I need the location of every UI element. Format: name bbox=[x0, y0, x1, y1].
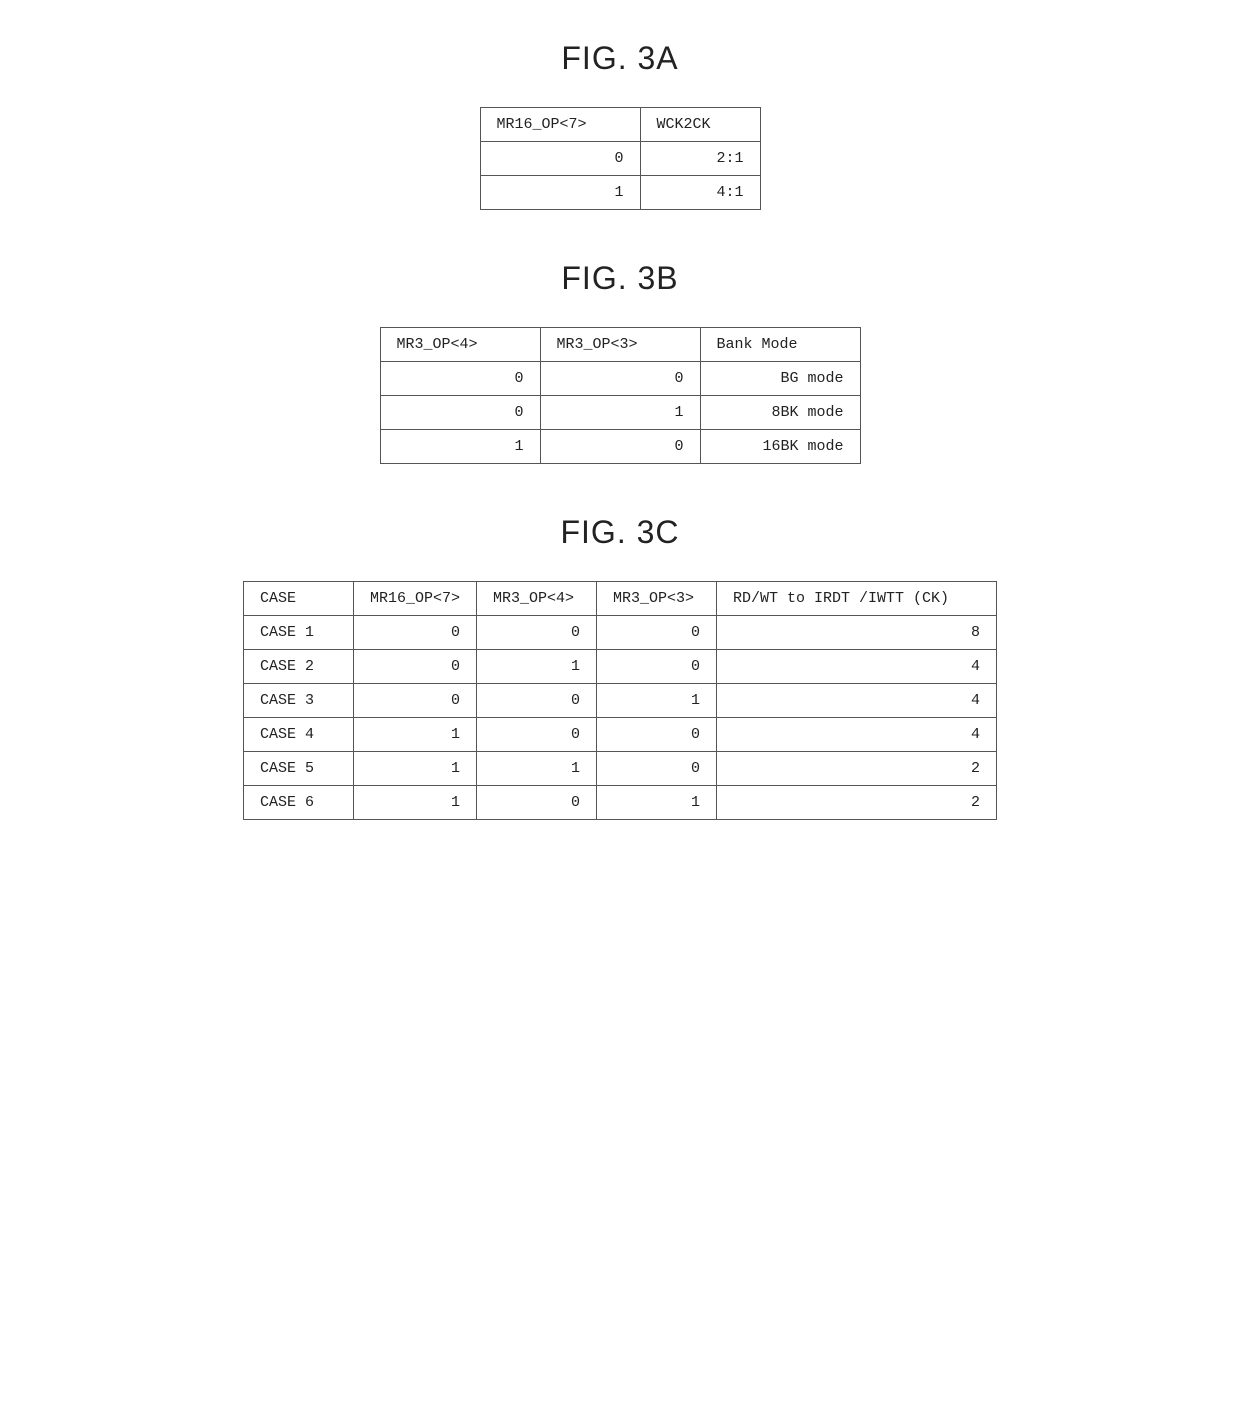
fig3c-row4-col2: 1 bbox=[353, 752, 476, 786]
table-row: 1 0 16BK mode bbox=[380, 430, 860, 464]
fig3c-col2-header: MR16_OP<7> bbox=[353, 582, 476, 616]
fig3c-row1-col5: 4 bbox=[717, 650, 997, 684]
fig3a-col1-header: MR16_OP<7> bbox=[480, 108, 640, 142]
fig3c-table: CASE MR16_OP<7> MR3_OP<4> MR3_OP<3> RD/W… bbox=[243, 581, 997, 820]
fig3b-row0-col2: 0 bbox=[540, 362, 700, 396]
fig3a-row0-col2: 2:1 bbox=[640, 142, 760, 176]
fig3b-row0-col1: 0 bbox=[380, 362, 540, 396]
fig3c-row2-col4: 1 bbox=[597, 684, 717, 718]
fig3b-col2-header: MR3_OP<3> bbox=[540, 328, 700, 362]
fig3c-row2-col2: 0 bbox=[353, 684, 476, 718]
fig3c-row0-col1: CASE 1 bbox=[243, 616, 353, 650]
fig3c-row0-col5: 8 bbox=[717, 616, 997, 650]
fig3c-col5-header: RD/WT to IRDT /IWTT (CK) bbox=[717, 582, 997, 616]
fig3c-row3-col2: 1 bbox=[353, 718, 476, 752]
fig3b-col1-header: MR3_OP<4> bbox=[380, 328, 540, 362]
fig3c-row4-col5: 2 bbox=[717, 752, 997, 786]
fig3c-col4-header: MR3_OP<3> bbox=[597, 582, 717, 616]
fig3c-row5-col3: 0 bbox=[477, 786, 597, 820]
fig3c-col1-header: CASE bbox=[243, 582, 353, 616]
table-row: CASE 5 1 1 0 2 bbox=[243, 752, 996, 786]
table-row: 0 0 BG mode bbox=[380, 362, 860, 396]
fig3c-row1-col4: 0 bbox=[597, 650, 717, 684]
fig3b-table: MR3_OP<4> MR3_OP<3> Bank Mode 0 0 BG mod… bbox=[380, 327, 861, 464]
fig3b-row2-col1: 1 bbox=[380, 430, 540, 464]
fig3c-section: FIG. 3C CASE MR16_OP<7> MR3_OP<4> MR3_OP… bbox=[60, 514, 1180, 820]
fig3b-row1-col2: 1 bbox=[540, 396, 700, 430]
fig3b-row2-col2: 0 bbox=[540, 430, 700, 464]
table-row: CASE 4 1 0 0 4 bbox=[243, 718, 996, 752]
fig3c-row1-col1: CASE 2 bbox=[243, 650, 353, 684]
fig3a-table: MR16_OP<7> WCK2CK 0 2:1 1 4:1 bbox=[480, 107, 761, 210]
fig3c-row0-col3: 0 bbox=[477, 616, 597, 650]
table-row: 0 2:1 bbox=[480, 142, 760, 176]
fig3c-header-row: CASE MR16_OP<7> MR3_OP<4> MR3_OP<3> RD/W… bbox=[243, 582, 996, 616]
fig3c-row3-col1: CASE 4 bbox=[243, 718, 353, 752]
fig3c-row4-col3: 1 bbox=[477, 752, 597, 786]
fig3a-title: FIG. 3A bbox=[561, 40, 678, 77]
fig3c-row1-col2: 0 bbox=[353, 650, 476, 684]
fig3b-title: FIG. 3B bbox=[561, 260, 678, 297]
table-row: CASE 6 1 0 1 2 bbox=[243, 786, 996, 820]
fig3c-row3-col5: 4 bbox=[717, 718, 997, 752]
fig3b-row2-col3: 16BK mode bbox=[700, 430, 860, 464]
table-row: 0 1 8BK mode bbox=[380, 396, 860, 430]
fig3a-row0-col1: 0 bbox=[480, 142, 640, 176]
fig3a-header-row: MR16_OP<7> WCK2CK bbox=[480, 108, 760, 142]
fig3b-section: FIG. 3B MR3_OP<4> MR3_OP<3> Bank Mode 0 … bbox=[60, 260, 1180, 464]
table-row: CASE 2 0 1 0 4 bbox=[243, 650, 996, 684]
fig3b-col3-header: Bank Mode bbox=[700, 328, 860, 362]
fig3c-row1-col3: 1 bbox=[477, 650, 597, 684]
fig3c-row4-col1: CASE 5 bbox=[243, 752, 353, 786]
fig3c-row0-col2: 0 bbox=[353, 616, 476, 650]
fig3c-row5-col2: 1 bbox=[353, 786, 476, 820]
fig3c-col3-header: MR3_OP<4> bbox=[477, 582, 597, 616]
fig3c-row2-col1: CASE 3 bbox=[243, 684, 353, 718]
fig3b-row1-col1: 0 bbox=[380, 396, 540, 430]
table-row: CASE 1 0 0 0 8 bbox=[243, 616, 996, 650]
fig3c-row0-col4: 0 bbox=[597, 616, 717, 650]
fig3a-section: FIG. 3A MR16_OP<7> WCK2CK 0 2:1 1 4:1 bbox=[60, 40, 1180, 210]
fig3a-row1-col2: 4:1 bbox=[640, 176, 760, 210]
fig3a-col2-header: WCK2CK bbox=[640, 108, 760, 142]
fig3c-row5-col4: 1 bbox=[597, 786, 717, 820]
fig3b-header-row: MR3_OP<4> MR3_OP<3> Bank Mode bbox=[380, 328, 860, 362]
fig3b-row1-col3: 8BK mode bbox=[700, 396, 860, 430]
fig3c-row2-col5: 4 bbox=[717, 684, 997, 718]
fig3c-title: FIG. 3C bbox=[560, 514, 679, 551]
fig3c-row3-col4: 0 bbox=[597, 718, 717, 752]
table-row: CASE 3 0 0 1 4 bbox=[243, 684, 996, 718]
fig3c-row5-col5: 2 bbox=[717, 786, 997, 820]
table-row: 1 4:1 bbox=[480, 176, 760, 210]
fig3c-row5-col1: CASE 6 bbox=[243, 786, 353, 820]
fig3b-row0-col3: BG mode bbox=[700, 362, 860, 396]
fig3c-row4-col4: 0 bbox=[597, 752, 717, 786]
fig3c-row3-col3: 0 bbox=[477, 718, 597, 752]
fig3a-row1-col1: 1 bbox=[480, 176, 640, 210]
fig3c-row2-col3: 0 bbox=[477, 684, 597, 718]
